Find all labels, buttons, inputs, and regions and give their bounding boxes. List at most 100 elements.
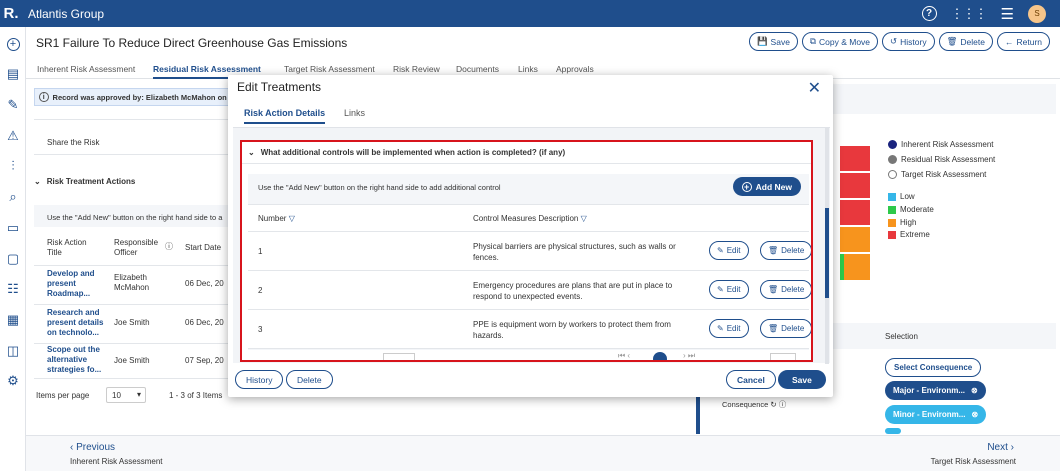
chart-icon[interactable]: ◫ xyxy=(5,343,21,359)
clipboard-icon[interactable]: ▢ xyxy=(5,251,21,267)
action-toolbar: 💾 Save ⧉ Copy & Move ↺ History 🗑 Delete ← Ret… xyxy=(748,32,1050,51)
pager-input[interactable] xyxy=(770,353,796,360)
add-new-label: Add New xyxy=(755,181,792,192)
settings-doc-icon[interactable]: ⚙ xyxy=(5,373,21,389)
checklist-icon[interactable]: ☷ xyxy=(5,281,21,297)
officer-cell: Elizabeth McMahon xyxy=(114,273,150,292)
edit-button[interactable]: ✎ Edit xyxy=(709,241,749,260)
legend-swatch xyxy=(888,192,896,201)
action-title-link[interactable]: Scope out the alternative strategies fo.… xyxy=(47,345,107,375)
pager-current-page[interactable] xyxy=(653,352,667,360)
tab-risk-review[interactable]: Risk Review xyxy=(393,64,440,74)
previous-sub: Inherent Risk Assessment xyxy=(70,457,163,466)
col-number[interactable]: Number ▽ xyxy=(258,214,295,223)
add-icon[interactable]: + xyxy=(5,36,21,52)
consequence-chip[interactable]: Major - Environm... ⊗ xyxy=(885,381,986,400)
legend-low: Low xyxy=(888,192,915,201)
menu-icon[interactable]: ☰ xyxy=(1001,5,1014,23)
history-button[interactable]: History xyxy=(235,370,284,389)
treatment-hint: Use the "Add New" button on the right ha… xyxy=(34,205,234,227)
controls-hint: Use the "Add New" button on the right ha… xyxy=(258,183,501,192)
cancel-button[interactable]: Cancel xyxy=(726,370,776,389)
register-icon[interactable]: ▤ xyxy=(5,66,21,82)
controls-panel: Use the "Add New" button on the right ha… xyxy=(248,174,811,360)
close-icon[interactable]: ✕ xyxy=(808,78,821,98)
document-icon[interactable]: ▭ xyxy=(5,220,21,236)
items-per-page-select[interactable]: 10 ▾ xyxy=(106,387,146,403)
next-link[interactable]: Next › xyxy=(987,442,1014,453)
app-logo[interactable]: R. xyxy=(0,0,22,27)
modal-scrollbar[interactable] xyxy=(825,208,829,298)
heatmap-cell xyxy=(840,173,870,199)
pager-select[interactable] xyxy=(383,353,415,360)
user-edit-icon[interactable]: ✎ xyxy=(5,97,21,113)
chevron-down-icon: ⌄ xyxy=(34,177,41,186)
history-button[interactable]: ↺ History xyxy=(882,32,935,51)
close-icon[interactable]: ⊗ xyxy=(971,386,978,395)
legend-label: High xyxy=(900,218,917,227)
delete-button[interactable]: Delete xyxy=(286,370,333,389)
select-consequence-button[interactable]: Select Consequence xyxy=(885,358,982,377)
save-button[interactable]: Save xyxy=(778,370,826,389)
table-row[interactable]: Research and present details on technolo… xyxy=(34,304,234,340)
additional-controls-section: ⌄ What additional controls will be imple… xyxy=(240,140,813,362)
close-icon[interactable]: ⊗ xyxy=(971,410,978,419)
legend-dot xyxy=(888,155,897,164)
legend-high: High xyxy=(888,218,916,227)
table-row[interactable]: Scope out the alternative strategies fo.… xyxy=(34,343,234,379)
tab-inherent[interactable]: Inherent Risk Assessment xyxy=(37,64,135,74)
filter-icon[interactable]: ▽ xyxy=(581,214,587,223)
treatment-header[interactable]: ⌄ Risk Treatment Actions xyxy=(34,177,234,186)
items-per-page-value: 10 xyxy=(112,391,121,400)
tab-links[interactable]: Links xyxy=(344,108,365,118)
sliders-icon[interactable]: ⫶ xyxy=(5,158,21,174)
legend-swatch xyxy=(888,230,896,239)
heatmap-cell xyxy=(840,227,870,253)
inspect-icon[interactable]: ⌕ xyxy=(5,189,21,205)
table-row[interactable]: Develop and present Roadmap... Elizabeth… xyxy=(34,265,234,301)
table-row: 3 PPE is equipment worn by workers to pr… xyxy=(248,310,811,349)
user-avatar[interactable]: S xyxy=(1028,4,1046,23)
history-icon: ↺ xyxy=(890,36,898,46)
edit-button[interactable]: ✎ Edit xyxy=(709,280,749,299)
chevron-right-icon: › xyxy=(1010,442,1014,453)
tab-documents[interactable]: Documents xyxy=(456,64,499,74)
chevron-down-icon: ⌄ xyxy=(248,148,255,157)
select-consequence-label: Select Consequence xyxy=(894,363,973,372)
legend-label: Low xyxy=(900,192,915,201)
legend-inherent: Inherent Risk Assessment xyxy=(888,140,993,149)
tab-approvals[interactable]: Approvals xyxy=(556,64,594,74)
info-icon: ⓘ xyxy=(778,400,787,409)
action-title-link[interactable]: Develop and present Roadmap... xyxy=(47,269,102,299)
tab-target[interactable]: Target Risk Assessment xyxy=(284,64,375,74)
pencil-icon: ✎ xyxy=(717,246,724,255)
return-button[interactable]: ← Return xyxy=(996,32,1050,51)
edit-button[interactable]: ✎ Edit xyxy=(709,319,749,338)
delete-button[interactable]: 🗑 Delete xyxy=(938,32,993,51)
action-title-link[interactable]: Research and present details on technolo… xyxy=(47,308,107,338)
consequence-chip[interactable]: Minor - Environm... ⊗ xyxy=(885,405,987,424)
tab-links[interactable]: Links xyxy=(518,64,538,74)
pager-prev-icon[interactable]: ⏮ ‹ xyxy=(618,351,630,360)
apps-grid-icon[interactable]: ⋮⋮⋮ xyxy=(951,6,988,22)
delete-row-button[interactable]: 🗑 Delete xyxy=(760,319,811,338)
top-bar: R. Atlantis Group ? ⋮⋮⋮ ☰ S xyxy=(0,0,1060,27)
pager-next-icon[interactable]: › ⏭ xyxy=(683,351,695,360)
info-icon: i xyxy=(39,92,49,102)
delete-row-button[interactable]: 🗑 Delete xyxy=(760,280,811,299)
refresh-icon[interactable]: ↻ xyxy=(770,400,776,409)
delete-row-button[interactable]: 🗑 Delete xyxy=(760,241,811,260)
controls-question-header[interactable]: ⌄ What additional controls will be imple… xyxy=(242,142,811,164)
filter-icon[interactable]: ▽ xyxy=(289,214,295,223)
tab-risk-action-details[interactable]: Risk Action Details xyxy=(244,108,326,124)
help-icon[interactable]: ? xyxy=(921,6,937,21)
save-button[interactable]: 💾 Save xyxy=(748,32,798,51)
back-arrow-icon: ← xyxy=(1004,36,1014,47)
col-description[interactable]: Control Measures Description ▽ xyxy=(473,214,587,223)
copy-move-button[interactable]: ⧉ Copy & Move xyxy=(801,32,879,51)
chip-label: Major - Environm... xyxy=(893,386,966,395)
previous-link[interactable]: ‹ Previous xyxy=(70,442,115,453)
reports-icon[interactable]: ▦ xyxy=(5,312,21,328)
add-new-button[interactable]: + Add New xyxy=(732,177,801,196)
warning-icon[interactable]: ⚠ xyxy=(5,128,21,144)
